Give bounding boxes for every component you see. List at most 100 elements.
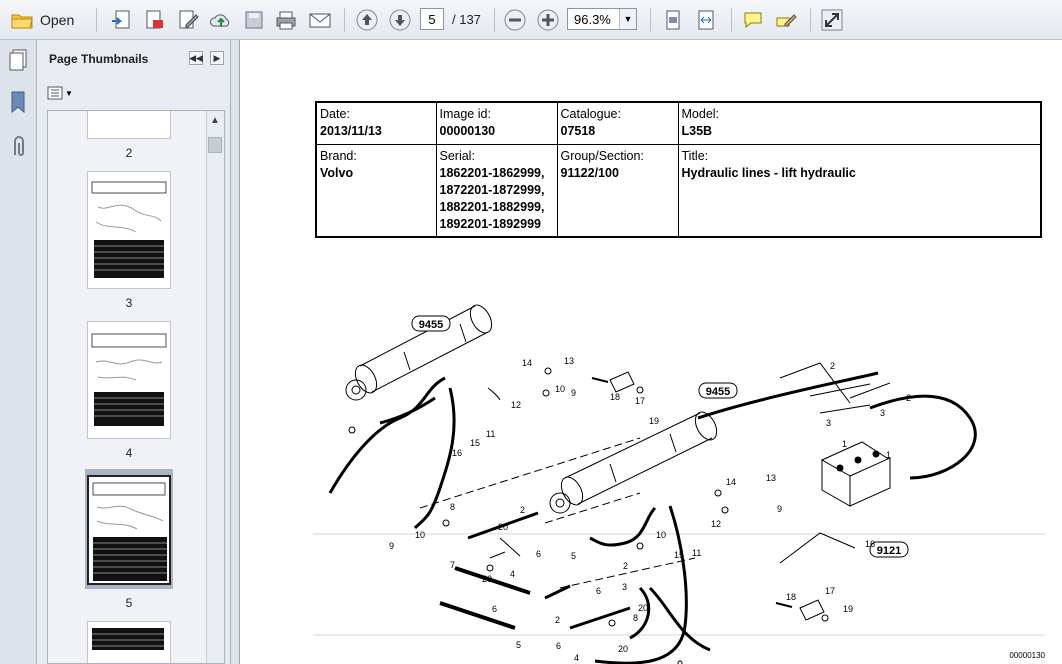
part-number: 15 [674, 550, 684, 560]
image-id-value: 00000130 [439, 124, 496, 138]
hose-line [589, 506, 657, 547]
collapse-panel-button[interactable]: ◀◀ [189, 51, 203, 65]
part-number: 3 [880, 408, 885, 418]
hose-line [439, 601, 516, 630]
create-pdf-button[interactable] [108, 7, 134, 33]
part-number: 10 [656, 530, 666, 540]
model-label: Model: [681, 107, 720, 121]
diagram-image-code: 00000130 [1009, 651, 1045, 660]
part-number: 12 [511, 400, 521, 410]
save-button[interactable] [241, 7, 267, 33]
part-number: 2 [555, 615, 560, 625]
list-options-icon [47, 86, 63, 100]
fit-width-button[interactable] [693, 7, 719, 33]
thumbnails-panel: Page Thumbnails ◀◀ ▶ ▼ 2 3 4 5 ▲ [37, 40, 231, 664]
printer-icon [276, 11, 296, 30]
control-valve [820, 441, 892, 507]
page-thumbnail-2[interactable] [87, 111, 171, 139]
serial-value: 1862201-1862999, [439, 165, 545, 180]
brand-cell: Brand: Volvo [315, 143, 437, 238]
attachments-tab[interactable] [8, 135, 28, 164]
part-number: 3 [622, 582, 627, 592]
part-number: 16 [865, 539, 875, 549]
page-label-2: 2 [125, 146, 133, 160]
nut-part [636, 386, 644, 394]
zoom-out-button[interactable] [502, 7, 528, 33]
scroll-up-icon[interactable]: ▲ [207, 115, 223, 126]
thumbnail-scrollbar[interactable]: ▲ [206, 111, 224, 663]
dimension-bracket [779, 532, 856, 564]
part-number: 2 [623, 561, 628, 571]
comment-button[interactable] [740, 7, 766, 33]
bookmarks-tab[interactable] [9, 90, 27, 119]
page-preview [91, 181, 167, 278]
bolt-part [591, 377, 793, 608]
minus-circle-icon [504, 9, 526, 31]
page-thumbnail-6[interactable] [87, 621, 171, 663]
pdf-document-icon [146, 10, 163, 29]
email-button[interactable] [306, 7, 334, 33]
print-button[interactable] [273, 7, 299, 33]
part-number: 9 [389, 541, 394, 551]
part-number-labels: 1 1 2 2 2 2 2 3 3 3 4 4 5 5 6 6 6 6 7 7 … [389, 356, 911, 663]
image-id-cell: Image id: 00000130 [435, 101, 558, 145]
edit-document-button[interactable] [175, 7, 201, 33]
fitting-bracket [489, 537, 521, 559]
next-page-button[interactable] [387, 7, 413, 33]
part-number: 5 [516, 640, 521, 650]
callout-9455-top: 9455 [411, 315, 451, 332]
paperclip-icon [14, 136, 24, 156]
part-number: 3 [826, 418, 831, 428]
previous-page-button[interactable] [354, 7, 380, 33]
page-thumbnail-3[interactable] [87, 171, 171, 289]
upload-button[interactable] [208, 7, 234, 33]
open-button[interactable]: Open [10, 7, 80, 33]
toolbar-separator [344, 8, 345, 32]
page-thumbnails-tab[interactable] [8, 48, 28, 77]
pencil-icon [776, 14, 797, 27]
document-arrow-icon [112, 10, 130, 29]
panel-splitter[interactable] [231, 40, 240, 664]
serial-value: 1872201-1872999, [439, 182, 545, 197]
date-label: Date: [320, 107, 350, 121]
page-thumbnail-5[interactable] [87, 475, 171, 585]
brand-value: Volvo [320, 165, 354, 180]
group-label: Group/Section: [560, 148, 644, 163]
serial-label: Serial: [439, 148, 475, 163]
speech-bubble-icon [744, 12, 762, 29]
scrollbar-thumb[interactable] [208, 137, 222, 153]
options-menu-button[interactable]: ▼ [47, 86, 73, 100]
bookmark-icon [11, 91, 25, 114]
part-number: 11 [692, 548, 701, 558]
group-cell: Group/Section: 91122/100 [556, 143, 679, 238]
part-number: 10 [415, 530, 425, 540]
fit-page-button[interactable] [660, 7, 686, 33]
thumbnail-list[interactable]: 2 3 4 5 ▲ [47, 110, 225, 664]
part-number: 2 [520, 505, 525, 515]
export-pdf-button[interactable] [141, 7, 167, 33]
page-number-input[interactable]: 5 [420, 8, 444, 30]
chevron-down-icon[interactable]: ▼ [619, 9, 636, 29]
hose-line [544, 584, 571, 600]
title-cell: Title: Hydraulic lines - lift hydraulic [677, 143, 1042, 238]
part-number: 8 [450, 502, 455, 512]
part-number: 18 [610, 392, 620, 402]
expand-button[interactable] [818, 7, 846, 33]
navigation-rail [0, 40, 37, 664]
zoom-select[interactable]: 96.3% ▼ [567, 8, 637, 30]
serial-cell: Serial: 1862201-1862999, 1872201-1872999… [435, 143, 558, 238]
highlight-button[interactable] [773, 7, 799, 33]
chevron-right-icon[interactable]: ▶ [210, 51, 224, 65]
page-preview [92, 628, 164, 650]
callout-9121: 9121 [869, 541, 909, 558]
part-number: 19 [649, 416, 659, 426]
callout-9455-mid: 9455 [698, 382, 738, 399]
page-thumbnail-4[interactable] [87, 321, 171, 439]
page-total: / 137 [452, 12, 481, 27]
hose-line [413, 387, 456, 530]
parts-header-table: Date: 2013/11/13 Image id: 00000130 Cata… [315, 101, 1042, 238]
document-view: Date: 2013/11/13 Image id: 00000130 Cata… [240, 40, 1062, 664]
title-value: Hydraulic lines - lift hydraulic [681, 165, 856, 180]
hydraulic-lines-diagram: 9455 9455 9121 1 1 2 2 2 2 2 3 3 3 4 4 5… [313, 304, 1046, 664]
zoom-in-button[interactable] [535, 7, 561, 33]
